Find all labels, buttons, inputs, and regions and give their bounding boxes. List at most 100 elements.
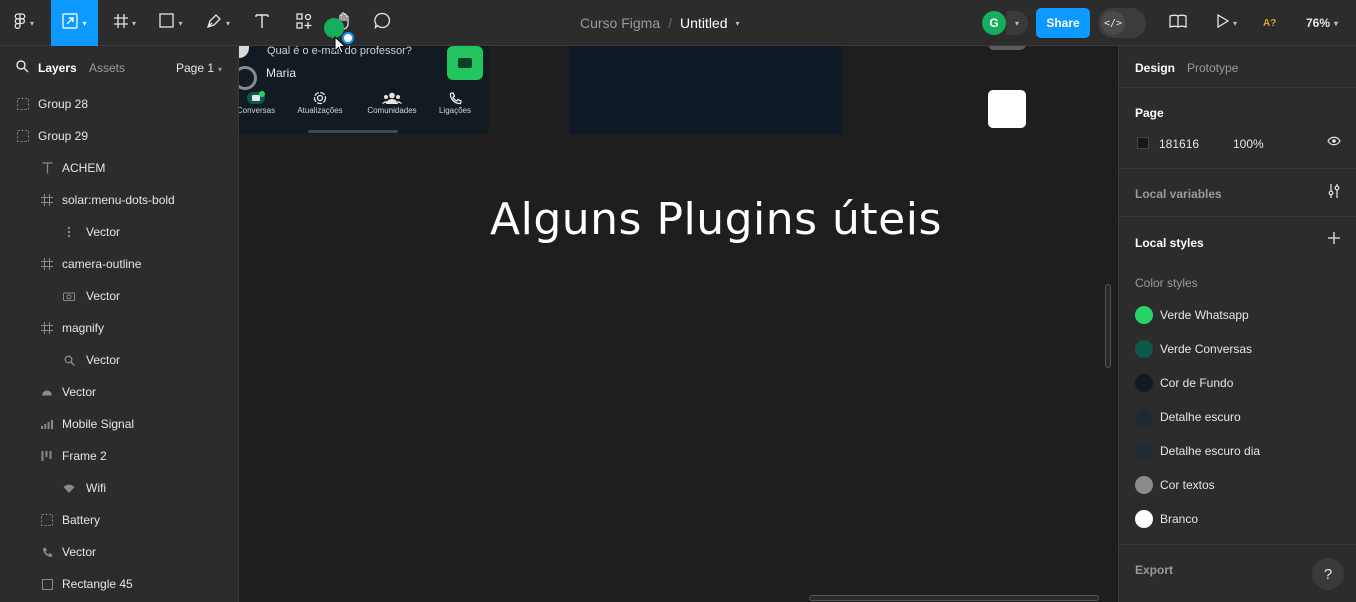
camera-icon <box>62 289 76 303</box>
chevron-down-icon[interactable]: ▾ <box>736 19 740 28</box>
nav-item-conversas[interactable]: Conversas <box>239 90 279 115</box>
tab-design[interactable]: Design <box>1135 61 1175 75</box>
layer-name: Rectangle 45 <box>62 577 133 591</box>
nav-item-atualizacoes[interactable]: Atualizações <box>295 90 345 115</box>
pen-tool-button[interactable]: ▾ <box>198 0 238 46</box>
library-button[interactable] <box>1166 0 1190 46</box>
file-name[interactable]: Untitled <box>680 15 727 31</box>
layer-row[interactable]: solar:menu-dots-bold <box>0 184 239 216</box>
nav-label: Atualizações <box>297 106 343 115</box>
main-menu-button[interactable]: ▾ <box>6 0 42 46</box>
layer-row[interactable]: Rectangle 45 <box>0 568 239 600</box>
avatar[interactable]: G <box>982 11 1006 35</box>
avatar <box>239 66 257 90</box>
layer-row[interactable]: Frame 2 <box>0 440 239 472</box>
color-style-row[interactable]: Detalhe escuro <box>1135 408 1241 426</box>
project-name[interactable]: Curso Figma <box>580 15 660 31</box>
collaborator-cursor <box>324 18 344 38</box>
color-style-row[interactable]: Detalhe escuro dia <box>1135 442 1260 460</box>
layer-name: Vector <box>62 545 97 559</box>
frame-tool-button[interactable]: ▾ <box>106 0 144 46</box>
gray-swatch[interactable] <box>988 46 1026 50</box>
layer-row[interactable]: Group 28 <box>0 88 239 120</box>
color-style-row[interactable]: Verde Whatsapp <box>1135 306 1249 324</box>
variables-settings-icon[interactable] <box>1327 184 1341 203</box>
help-button[interactable]: ? <box>1312 558 1344 590</box>
group-icon <box>16 129 30 143</box>
magnify-icon <box>62 353 76 367</box>
comment-tool-button[interactable] <box>368 0 396 46</box>
present-button[interactable]: ▾ <box>1210 0 1244 46</box>
multiplayer-menu-button[interactable]: ▾ <box>1006 11 1028 35</box>
layer-row[interactable]: Mobile Signal <box>0 408 239 440</box>
nav-item-comunidades[interactable]: Comunidades <box>365 90 419 115</box>
page-opacity[interactable]: 100% <box>1233 137 1264 151</box>
text-tool-button[interactable] <box>248 0 276 46</box>
frame-icon <box>40 257 54 271</box>
file-title[interactable]: Curso Figma / Untitled ▾ <box>580 0 740 46</box>
vertical-scrollbar[interactable] <box>1105 284 1111 368</box>
share-button[interactable]: Share <box>1036 8 1090 38</box>
dev-mode-toggle[interactable]: </> <box>1098 8 1146 38</box>
chevron-down-icon: ▾ <box>131 18 136 28</box>
layer-row[interactable]: ACHEM <box>0 152 239 184</box>
layer-row[interactable]: Vector <box>0 280 239 312</box>
export-section-title[interactable]: Export <box>1135 563 1173 577</box>
tab-assets[interactable]: Assets <box>89 61 125 75</box>
shape-tool-button[interactable]: ▾ <box>152 0 190 46</box>
whatsapp-frame[interactable]: Qual é o e-mail do professor? Maria Conv… <box>239 46 489 134</box>
nav-label: Conversas <box>239 106 276 115</box>
color-style-row[interactable]: Verde Conversas <box>1135 340 1252 358</box>
layer-row[interactable]: Vector <box>0 536 239 568</box>
tab-layers[interactable]: Layers <box>38 61 77 75</box>
signal-icon <box>40 417 54 431</box>
properties-panel: Design Prototype Page 181616 100% Local … <box>1118 46 1356 602</box>
horizontal-scrollbar[interactable] <box>809 595 1099 601</box>
new-chat-fab[interactable] <box>447 46 483 80</box>
dark-frame[interactable] <box>569 46 842 134</box>
page-color-swatch[interactable] <box>1137 137 1149 149</box>
color-style-name: Cor de Fundo <box>1160 376 1234 390</box>
canvas[interactable]: Qual é o e-mail do professor? Maria Conv… <box>239 46 1118 602</box>
color-swatch <box>1135 510 1153 528</box>
tab-prototype[interactable]: Prototype <box>1187 61 1238 75</box>
layer-row[interactable]: Wifi <box>0 472 239 504</box>
layer-name: ACHEM <box>62 161 106 175</box>
color-style-row[interactable]: Cor de Fundo <box>1135 374 1233 392</box>
home-indicator <box>308 130 398 133</box>
layer-row[interactable]: Vector <box>0 376 239 408</box>
toolbar: ▾ ▾ ▾ ▾ ▾ Curso Figma / Untitled ▾ G ▾ S… <box>0 0 1356 46</box>
zoom-menu[interactable]: 76% ▾ <box>1306 0 1338 46</box>
page-selector[interactable]: Page 1 ▾ <box>176 61 222 75</box>
menu-dots-icon <box>62 225 76 239</box>
text-icon <box>40 161 54 175</box>
layer-row[interactable]: camera-outline <box>0 248 239 280</box>
nav-item-ligacoes[interactable]: Ligações <box>435 90 475 115</box>
book-icon <box>1169 14 1187 33</box>
color-swatch <box>1135 408 1153 426</box>
color-style-name: Detalhe escuro dia <box>1160 444 1261 458</box>
color-style-row[interactable]: Branco <box>1135 510 1198 528</box>
eye-icon[interactable] <box>1327 135 1341 149</box>
layer-row[interactable]: magnify <box>0 312 239 344</box>
chat-name: Maria <box>266 66 297 80</box>
headline-text[interactable]: Alguns Plugins úteis <box>490 194 942 245</box>
plus-icon[interactable] <box>1327 231 1341 250</box>
page-fill-row[interactable]: 181616 100% <box>1135 135 1341 151</box>
white-swatch[interactable] <box>988 90 1026 128</box>
color-swatch <box>1135 442 1153 460</box>
layer-row[interactable]: Group 29 <box>0 120 239 152</box>
figma-editor: ▾ ▾ ▾ ▾ ▾ Curso Figma / Untitled ▾ G ▾ S… <box>0 0 1356 602</box>
layer-row[interactable]: Battery <box>0 504 239 536</box>
resources-button[interactable] <box>290 0 318 46</box>
layer-name: Vector <box>86 289 121 303</box>
color-style-row[interactable]: Cor textos <box>1135 476 1215 494</box>
page-color-hex[interactable]: 181616 <box>1159 137 1199 151</box>
wifi-icon <box>62 481 76 495</box>
layer-row[interactable]: Vector <box>0 344 239 376</box>
local-variables-title[interactable]: Local variables <box>1135 187 1222 201</box>
move-tool-button[interactable]: ▾ <box>51 0 98 46</box>
layer-row[interactable]: Vector <box>0 216 239 248</box>
search-icon[interactable] <box>16 60 29 76</box>
accessibility-badge[interactable]: A? <box>1263 0 1276 46</box>
